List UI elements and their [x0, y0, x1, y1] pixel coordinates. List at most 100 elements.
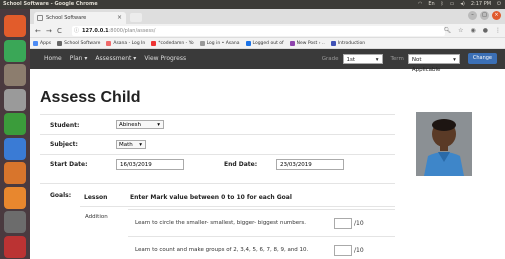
bookmark-item[interactable]: School Software: [57, 40, 100, 46]
forward-icon[interactable]: →: [46, 27, 52, 35]
bookmark-label: Apps: [40, 40, 52, 46]
bookmark-item[interactable]: Logged out of: [245, 40, 284, 46]
bookmark-label: Introduction: [337, 40, 366, 46]
page-title: Assess Child: [40, 89, 141, 106]
bookmark-favicon-icon: [245, 40, 251, 46]
wifi-icon[interactable]: ◠: [418, 0, 422, 9]
power-icon[interactable]: ⏻: [497, 0, 501, 9]
score-suffix: /10: [354, 247, 364, 254]
unity-launcher: [0, 9, 30, 259]
page-favicon-icon: [37, 15, 43, 21]
chevron-down-icon: ▾: [375, 56, 379, 63]
menu-icon[interactable]: ⋮: [495, 27, 501, 34]
end-date-input[interactable]: 23/03/2019: [276, 159, 344, 170]
spreadsheet-icon[interactable]: [4, 113, 26, 135]
student-value: Abinesh: [119, 122, 142, 128]
bookmark-item[interactable]: Introduction: [330, 40, 366, 46]
document-icon[interactable]: [4, 137, 26, 160]
bookmarks-bar: Apps School Software Asana - Log In *codeda…: [30, 38, 505, 49]
window-title: School Software - Google Chrome: [3, 1, 98, 7]
goal-text: Learn to circle the smaller- smallest, b…: [135, 220, 307, 226]
goal-text: Learn to count and make groups of 2, 3,4…: [135, 247, 309, 253]
divider: [128, 209, 395, 210]
grade-value: 1st: [346, 56, 356, 63]
subject-value: Math: [119, 142, 133, 148]
tab-strip: School Software × – □ ×: [30, 9, 505, 24]
grade-select[interactable]: 1st ▾: [342, 53, 383, 64]
nav-home[interactable]: Home: [44, 49, 62, 69]
nav-view-progress[interactable]: View Progress: [144, 49, 186, 69]
maximize-icon[interactable]: □: [480, 11, 489, 20]
extension-icon[interactable]: ◉: [471, 27, 476, 34]
files-icon[interactable]: [4, 64, 26, 86]
bookmark-item[interactable]: Asana - Log In: [106, 40, 146, 46]
browser-tab[interactable]: School Software ×: [34, 12, 126, 24]
reload-icon[interactable]: C: [57, 27, 62, 35]
goal-score-input[interactable]: [334, 245, 352, 256]
new-tab-button[interactable]: [130, 13, 142, 22]
volume-icon[interactable]: ◂): [460, 0, 464, 9]
url-host: 127.0.0.1: [82, 28, 109, 34]
grade-label: Grade: [321, 55, 339, 62]
student-label: Student:: [50, 122, 80, 129]
bookmark-item[interactable]: Apps: [33, 40, 52, 46]
settings-icon[interactable]: [4, 88, 26, 111]
student-select[interactable]: Abinesh ▾: [116, 120, 164, 129]
app-navbar: Home Plan ▾ Assessment ▾ View Progress G…: [30, 49, 505, 73]
bookmark-favicon-icon: [199, 40, 205, 46]
subject-label: Subject:: [50, 141, 78, 148]
star-icon[interactable]: ☆: [458, 27, 463, 34]
close-icon[interactable]: ×: [117, 12, 122, 24]
chevron-down-icon: ▾: [157, 122, 160, 128]
bookmark-favicon-icon: [289, 40, 295, 46]
start-date-label: Start Date:: [50, 161, 88, 168]
assess-page: Assess Child Student: Abinesh ▾ Subject:…: [30, 84, 505, 259]
change-button[interactable]: Change: [467, 53, 497, 64]
divider: [40, 183, 395, 184]
close-window-icon[interactable]: ×: [492, 11, 501, 20]
chrome-icon[interactable]: [4, 39, 26, 62]
battery-icon[interactable]: ▭: [450, 0, 455, 9]
profile-icon[interactable]: ●: [483, 27, 488, 34]
trash-icon[interactable]: [4, 235, 26, 258]
app-store-icon[interactable]: [4, 186, 26, 209]
goals-label: Goals:: [50, 192, 72, 199]
goal-score-input[interactable]: [334, 218, 352, 229]
os-top-panel: School Software - Google Chrome ◠ En ᛒ ▭…: [0, 0, 505, 9]
student-photo-image: [416, 112, 472, 176]
nav-assessment[interactable]: Assessment ▾: [95, 49, 136, 69]
bookmark-item[interactable]: Log in • Asana: [199, 40, 240, 46]
presentation-icon[interactable]: [4, 162, 26, 184]
address-bar[interactable]: ⓘ 127.0.0.1:8000/plan/assess/: [72, 26, 445, 36]
bookmark-label: *codedamn - Yo: [158, 40, 194, 46]
term-select[interactable]: Not Applicable ▾: [407, 53, 460, 73]
subject-select[interactable]: Math ▾: [116, 140, 146, 149]
bookmark-item[interactable]: New Post › ..: [289, 40, 325, 46]
window-controls: – □ ×: [468, 11, 501, 20]
minimize-icon[interactable]: –: [468, 11, 477, 20]
term-value: Not Applicable: [411, 56, 441, 73]
main-menu: Home Plan ▾ Assessment ▾ View Progress: [44, 49, 186, 69]
start-date-input[interactable]: 16/03/2019: [116, 159, 184, 170]
student-photo: [416, 112, 472, 176]
clock[interactable]: 2:17 PM: [471, 0, 491, 9]
bookmark-label: Log in • Asana: [206, 40, 240, 46]
bookmark-label: New Post › ..: [296, 40, 325, 46]
score-suffix: /10: [354, 220, 364, 227]
divider: [40, 154, 395, 155]
bluetooth-icon[interactable]: ᛒ: [441, 0, 444, 9]
info-icon[interactable]: ⓘ: [74, 26, 79, 36]
bookmark-favicon-icon: [106, 40, 112, 46]
zoom-icon[interactable]: 🔍︎: [443, 27, 451, 34]
bookmark-item[interactable]: *codedamn - Yo: [151, 40, 194, 46]
lesson-column-header: Lesson: [84, 194, 108, 201]
bookmark-label: Asana - Log In: [113, 40, 146, 46]
toolbar-actions: 🔍︎ ☆ ◉ ● ⋮: [443, 27, 501, 34]
system-tray[interactable]: ◠ En ᛒ ▭ ◂) 2:17 PM ⏻: [418, 0, 501, 9]
nav-plan[interactable]: Plan ▾: [70, 49, 88, 69]
ubuntu-dash-icon[interactable]: [4, 15, 26, 37]
keyboard-icon[interactable]: En: [428, 0, 434, 9]
bookmark-favicon-icon: [57, 40, 63, 46]
terminal-icon[interactable]: [4, 211, 26, 233]
back-icon[interactable]: ←: [35, 27, 41, 35]
